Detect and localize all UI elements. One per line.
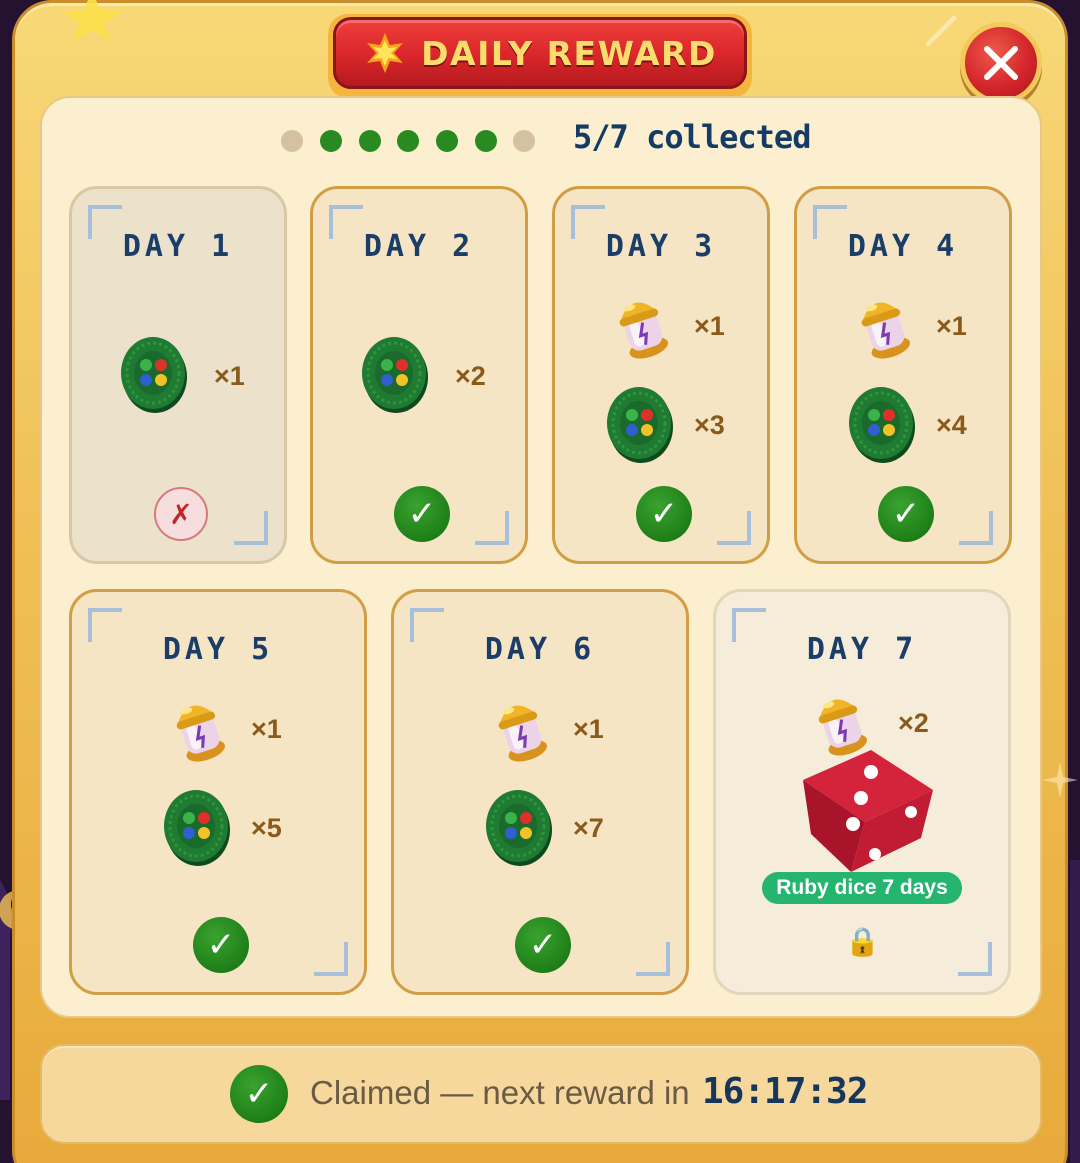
reward-quantity: ×3 [694, 410, 725, 440]
day-card-1[interactable]: DAY 1 ×1 ✗ [69, 186, 287, 564]
reward-quantity: ×2 [455, 361, 486, 391]
day-label: DAY 5 [162, 632, 274, 667]
corner-bracket [959, 511, 993, 545]
corner-bracket [234, 511, 268, 545]
golden-capsule-icon [498, 705, 548, 762]
corner-bracket [314, 942, 348, 976]
golden-capsule-icon [176, 705, 226, 762]
reward-quantity: ×4 [936, 410, 967, 440]
corner-bracket [717, 511, 751, 545]
progress-dot-filled [475, 130, 497, 152]
golden-capsule-icon [861, 302, 911, 359]
claimed-check-icon: ✓ [515, 917, 571, 973]
day-label: DAY 2 [363, 229, 475, 264]
close-icon [984, 46, 1018, 80]
green-coin-icon [362, 337, 428, 413]
day-card-4[interactable]: DAY 4 ×1 ×4 ✓ [794, 186, 1012, 564]
day-label: DAY 1 [122, 229, 234, 264]
claimed-check-icon: ✓ [230, 1065, 288, 1123]
sparkle-icon [1042, 762, 1078, 798]
ruby-dice-icon [803, 750, 933, 872]
claimed-check-icon: ✓ [193, 917, 249, 973]
green-coin-icon [607, 387, 673, 463]
day-label: DAY 6 [484, 632, 596, 667]
progress-dot-filled [436, 130, 458, 152]
sparkle-streak-icon [925, 15, 957, 47]
day-card-6[interactable]: DAY 6 ×1 ×7 ✓ [391, 589, 689, 995]
green-coin-icon [164, 790, 230, 866]
progress-dot-filled [397, 130, 419, 152]
reward-quantity: ×1 [573, 714, 604, 744]
progress-dot-filled [320, 130, 342, 152]
corner-bracket [958, 942, 992, 976]
day-label: DAY 7 [806, 632, 918, 667]
day-card-3[interactable]: DAY 3 ×1 ×3 ✓ [552, 186, 770, 564]
reward-quantity: ×5 [251, 813, 282, 843]
reward-quantity: ×2 [898, 708, 929, 738]
panel-title: DAILY REWARD [421, 33, 717, 73]
star-sparkle-icon [62, 0, 122, 42]
progress-dot-filled [359, 130, 381, 152]
day-card-2[interactable]: DAY 2 ×2 ✓ [310, 186, 528, 564]
lock-icon: 🔒 [845, 925, 880, 958]
title-banner: DAILY REWARD [333, 17, 747, 89]
missed-x-icon: ✗ [154, 487, 208, 541]
corner-bracket [475, 511, 509, 545]
golden-capsule-icon [619, 302, 669, 359]
reward-quantity: ×1 [694, 311, 725, 341]
burst-star-icon [367, 33, 404, 73]
claimed-check-icon: ✓ [636, 486, 692, 542]
next-reward-timer: 16:17:32 [702, 1071, 868, 1112]
reward-quantity: ×1 [251, 714, 282, 744]
day-card-5[interactable]: DAY 5 ×1 ×5 ✓ [69, 589, 367, 995]
claimed-check-icon: ✓ [878, 486, 934, 542]
progress-dot-empty [281, 130, 303, 152]
reward-quantity: ×1 [214, 361, 245, 391]
ruby-dice-badge: Ruby dice 7 days [762, 872, 962, 904]
collected-count: 5/7 collected [573, 118, 811, 156]
day-label: DAY 4 [847, 229, 959, 264]
reward-quantity: ×7 [573, 813, 604, 843]
claimed-check-icon: ✓ [394, 486, 450, 542]
progress-dot-empty [513, 130, 535, 152]
day-label: DAY 3 [605, 229, 717, 264]
corner-bracket [636, 942, 670, 976]
green-coin-icon [121, 337, 187, 413]
green-coin-icon [849, 387, 915, 463]
close-button[interactable] [960, 22, 1042, 104]
green-coin-icon [486, 790, 552, 866]
reward-quantity: ×1 [936, 311, 967, 341]
claimed-status-text: Claimed — next reward in [310, 1074, 690, 1111]
